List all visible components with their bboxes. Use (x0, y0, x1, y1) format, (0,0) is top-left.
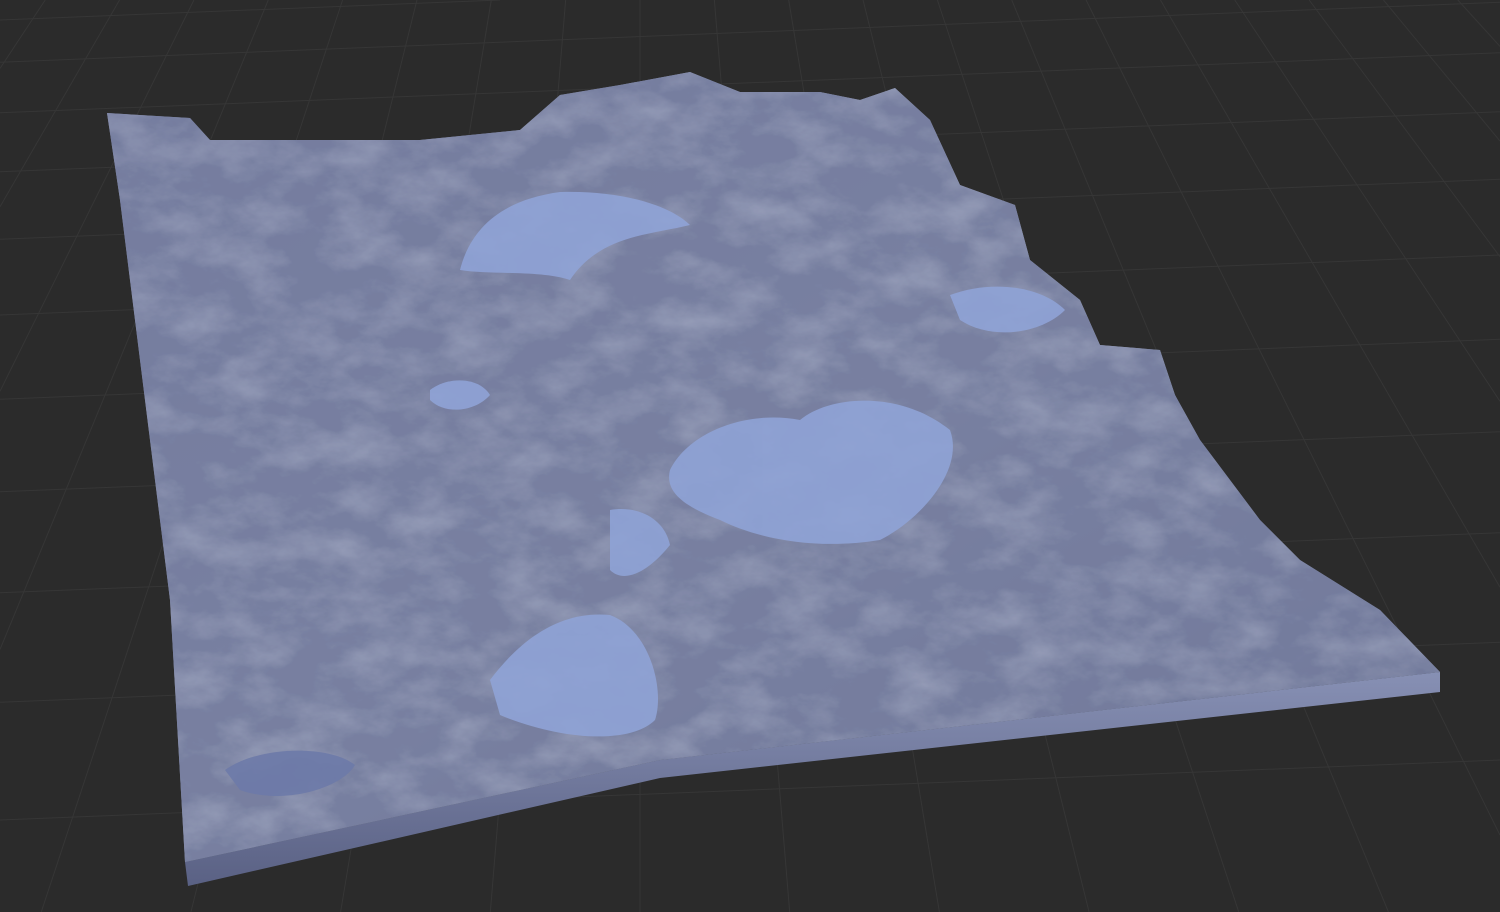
grid-line (1457, 0, 1500, 47)
terrain-render (0, 0, 1500, 912)
grid-line (0, 0, 120, 208)
grid-line (1383, 0, 1500, 142)
grid-line (0, 0, 501, 21)
grid-line (1308, 0, 1500, 258)
3d-viewport[interactable] (0, 0, 1500, 912)
grid-line (0, 0, 46, 69)
